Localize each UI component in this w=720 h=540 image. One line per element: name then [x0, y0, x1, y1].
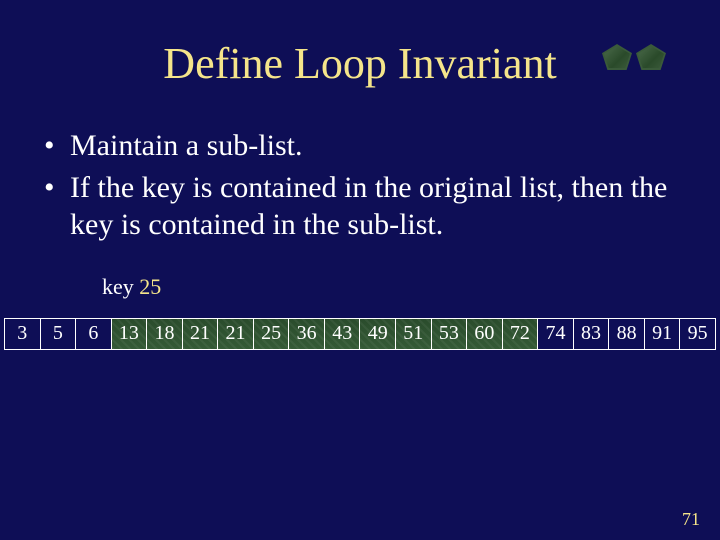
bullet-item: • Maintain a sub-list. — [44, 127, 676, 165]
page-number: 71 — [682, 509, 700, 530]
bullet-dot-icon: • — [44, 127, 70, 165]
array-cell: 83 — [573, 318, 610, 350]
leaf-icon — [602, 44, 632, 70]
array-cell: 49 — [359, 318, 396, 350]
leaf-icon — [636, 44, 666, 70]
array-cell: 91 — [644, 318, 681, 350]
array-cell: 13 — [111, 318, 148, 350]
array-cell: 25 — [253, 318, 290, 350]
array-cell: 88 — [608, 318, 645, 350]
bullet-dot-icon: • — [44, 169, 70, 207]
array-cell: 5 — [40, 318, 77, 350]
key-row: key 25 — [0, 274, 720, 300]
array-cell: 36 — [288, 318, 325, 350]
array-cell: 6 — [75, 318, 112, 350]
array-cell: 21 — [182, 318, 219, 350]
bullet-item: • If the key is contained in the origina… — [44, 169, 676, 244]
array-cells: 3561318212125364349515360727483889195 — [0, 318, 720, 350]
bullet-text: Maintain a sub-list. — [70, 127, 302, 165]
array-cell: 95 — [679, 318, 716, 350]
array-cell: 3 — [4, 318, 41, 350]
array-cell: 74 — [537, 318, 574, 350]
array-cell: 21 — [217, 318, 254, 350]
array-cell: 51 — [395, 318, 432, 350]
array-cell: 43 — [324, 318, 361, 350]
leaf-icon-group — [602, 44, 666, 70]
array-cell: 60 — [466, 318, 503, 350]
key-label: key — [102, 274, 134, 299]
bullet-list: • Maintain a sub-list. • If the key is c… — [0, 127, 720, 244]
array-cell: 72 — [502, 318, 539, 350]
key-value: 25 — [139, 274, 161, 299]
array-cell: 18 — [146, 318, 183, 350]
bullet-text: If the key is contained in the original … — [70, 169, 676, 244]
array-cell: 53 — [431, 318, 468, 350]
